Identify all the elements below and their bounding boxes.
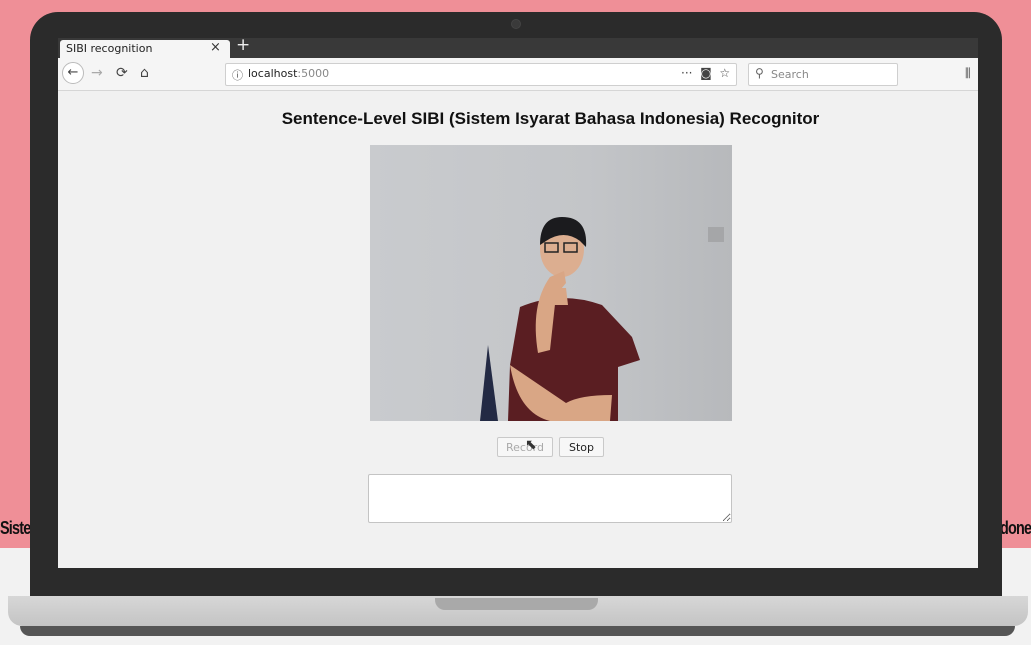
mouse-cursor-icon: ⬉ (525, 437, 537, 453)
search-icon: ⚲ (755, 66, 764, 80)
star-icon[interactable]: ☆ (719, 66, 730, 80)
back-arrow-icon[interactable]: ← (62, 62, 84, 84)
webcam-video-feed (370, 145, 732, 421)
search-input[interactable]: ⚲ Search (748, 63, 898, 86)
pocket-icon[interactable]: ◙ (696, 66, 715, 80)
webcam-frame-image (370, 145, 732, 421)
page-content: Sentence-Level SIBI (Sistem Isyarat Baha… (58, 91, 978, 568)
background-text-left: Siste (0, 518, 31, 538)
navigation-toolbar: ← → ⟳ ⌂ ⓘ localhost:5000 ··· ◙ ☆ ⚲ Searc… (58, 58, 978, 91)
laptop-screen: SIBI recognition × + ← → ⟳ ⌂ ⓘ localhost… (58, 38, 978, 568)
recognition-output-textarea[interactable] (368, 474, 732, 523)
webcam-icon (511, 19, 521, 29)
url-port: :5000 (297, 67, 330, 80)
background-text-right: done (1000, 518, 1031, 538)
url-host: localhost (248, 67, 298, 80)
library-icon[interactable]: ⫼ (965, 66, 971, 81)
tab-title: SIBI recognition (66, 42, 153, 55)
new-tab-button[interactable]: + (236, 38, 250, 55)
home-icon[interactable]: ⌂ (140, 65, 149, 81)
url-text: localhost:5000 (248, 67, 329, 80)
tab-sibi-recognition[interactable]: SIBI recognition × (60, 40, 230, 58)
search-placeholder: Search (771, 68, 809, 81)
info-icon[interactable]: ⓘ (232, 67, 243, 83)
page-actions-menu-icon[interactable]: ··· (681, 66, 692, 80)
forward-arrow-icon[interactable]: → (91, 65, 103, 81)
page-title: Sentence-Level SIBI (Sistem Isyarat Baha… (281, 109, 820, 128)
laptop-hinge (435, 598, 598, 610)
reload-icon[interactable]: ⟳ (116, 65, 128, 81)
close-icon[interactable]: × (210, 40, 221, 55)
address-bar[interactable]: ⓘ localhost:5000 ··· ◙ ☆ (225, 63, 737, 86)
tab-bar: SIBI recognition × + (58, 38, 978, 58)
laptop-shadow (20, 626, 1015, 636)
stop-button[interactable]: Stop (559, 437, 604, 457)
page-actions: ··· ◙ ☆ (681, 66, 730, 80)
